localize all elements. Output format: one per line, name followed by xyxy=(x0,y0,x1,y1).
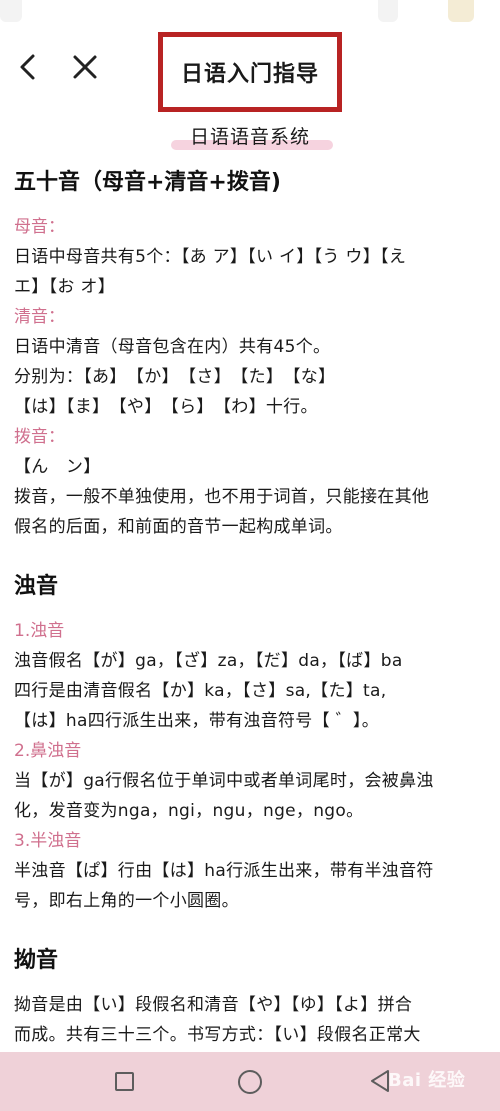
paragraph-line: 号，即右上角的一个小圆圈。 xyxy=(14,891,239,911)
page-title: 日语入门指导 xyxy=(180,62,319,87)
watermark: Bai 经验 xyxy=(388,1070,466,1091)
paragraph-line: 日语中清音（母音包含在内）共有45个。 xyxy=(14,337,331,357)
paragraph-line: 当【が】ga行假名位于单词中或者单词尾时，会被鼻浊 xyxy=(14,771,434,791)
article-content: 五十音（母音+清音+拨音) 母音： 日语中母音共有5个：【あ ア】【い イ】【う ウ… xyxy=(14,166,490,1050)
paragraph-line: 而成。共有三十三个。书写方式：【い】段假名正常大 xyxy=(14,1025,421,1045)
paragraph-line: 化，发音变为nga，ngi，ngu，nge，ngo。 xyxy=(14,801,364,821)
paragraph-line: 【ん ン】 xyxy=(14,457,101,477)
close-button[interactable] xyxy=(68,50,102,84)
section-heading: 五十音（母音+清音+拨音) xyxy=(14,170,281,195)
close-icon xyxy=(73,55,97,79)
paragraph-line: 假名的后面，和前面的音节一起构成单词。 xyxy=(14,517,343,537)
subtitle-text: 日语语音系统 xyxy=(189,126,310,148)
paragraph-line: エ】【お オ】 xyxy=(14,277,116,297)
section-subtitle: 日语语音系统 xyxy=(0,122,500,150)
status-bar-item xyxy=(0,0,22,22)
paragraph-line: 拗音是由【い】段假名和清音【や】【ゆ】【よ】拼合 xyxy=(14,995,413,1015)
recent-apps-button[interactable] xyxy=(115,1072,134,1091)
section-heading: 拗音 xyxy=(14,948,59,973)
paragraph-line: 半浊音【ぱ】行由【は】ha行派生出来，带有半浊音符 xyxy=(14,861,434,881)
paragraph-line: 【は】ha四行派生出来，带有浊音符号【 ゛】。 xyxy=(14,711,379,731)
subsection-label: 2.鼻浊音 xyxy=(14,741,82,761)
paragraph-line: 浊音假名【が】ga，【ざ】za，【だ】da，【ば】ba xyxy=(14,651,403,671)
paragraph-line: 分别为：【あ】 【か】 【さ】 【た】 【な】 xyxy=(14,367,336,387)
subsection-label: 3.半浊音 xyxy=(14,831,82,851)
status-bar-item xyxy=(448,0,474,22)
system-nav-bar: Bai 经验 xyxy=(0,1052,500,1111)
back-button[interactable] xyxy=(12,50,46,84)
article-section: 拗音拗音是由【い】段假名和清音【や】【ゆ】【よ】拼合 而成。共有三十三个。书写方式… xyxy=(14,944,490,1050)
section-heading: 浊音 xyxy=(14,574,59,599)
article-section: 浊音 1.浊音浊音假名【が】ga，【ざ】za，【だ】da，【ば】ba 四行是由清音假… xyxy=(14,570,490,916)
paragraph-line: 【は】【ま】 【や】 【ら】 【わ】十行。 xyxy=(14,397,318,417)
status-bar-item xyxy=(378,0,398,22)
paragraph-line: 拨音，一般不单独使用，也不用于词首，只能接在其他 xyxy=(14,487,430,507)
paragraph-line: 四行是由清音假名【か】ka，【さ】sa,【た】ta, xyxy=(14,681,387,701)
paragraph-line: 日语中母音共有5个：【あ ア】【い イ】【う ウ】【え xyxy=(14,247,407,267)
status-bar xyxy=(0,0,500,28)
subsection-label: 1.浊音 xyxy=(14,621,65,641)
subsection-label: 母音： xyxy=(14,217,65,237)
subsection-label: 清音： xyxy=(14,307,65,327)
app-header: 日语入门指导 xyxy=(0,28,500,112)
chevron-left-icon xyxy=(20,54,35,80)
title-highlight-box: 日语入门指导 xyxy=(158,32,342,112)
article-section: 五十音（母音+清音+拨音) 母音： 日语中母音共有5个：【あ ア】【い イ】【う ウ… xyxy=(14,166,490,542)
subsection-label: 拨音： xyxy=(14,427,65,447)
home-button[interactable] xyxy=(238,1070,262,1094)
